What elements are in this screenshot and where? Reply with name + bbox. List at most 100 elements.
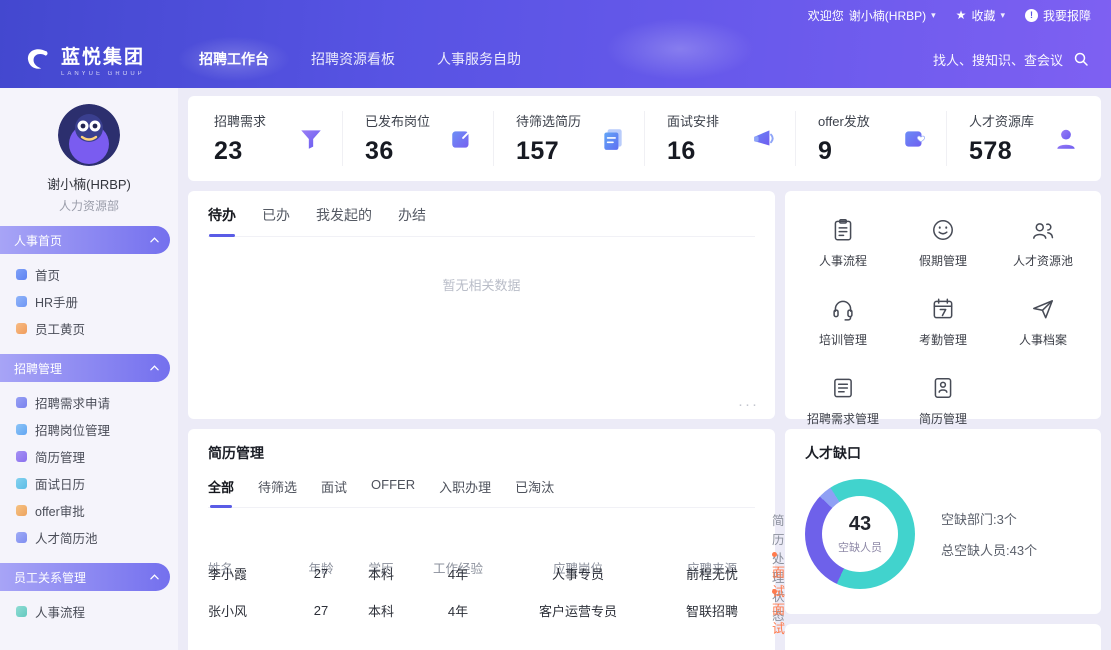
quick-link-attendance-mgmt[interactable]: 考勤管理 <box>919 296 967 348</box>
todo-tabs: 待办 已办 我发起的 办结 <box>208 205 755 237</box>
stat-recruit-demand[interactable]: 招聘需求23 <box>192 111 343 166</box>
home-icon <box>16 269 27 280</box>
resume-table: 姓名 年龄 学历 工作经验 应聘岗位 应聘来源 简历处理状态 李小霞 27 本科… <box>208 510 755 621</box>
resume-tab-screening[interactable]: 待筛选 <box>258 477 297 496</box>
publish-icon <box>449 126 475 152</box>
chevron-down-icon: ▾ <box>1000 10 1005 21</box>
sidebar-section-recruit-mgmt[interactable]: 招聘管理 <box>0 354 170 382</box>
star-icon: ★ <box>956 8 967 22</box>
funnel-icon <box>298 126 324 152</box>
resume-tab-interview[interactable]: 面试 <box>321 477 347 496</box>
job-icon <box>16 424 27 435</box>
offer-icon <box>16 505 27 516</box>
sidebar-item-offer-approval[interactable]: offer审批 <box>0 497 178 524</box>
todo-tab-pending[interactable]: 待办 <box>208 205 236 225</box>
brand-subtitle: LANYUE GROUP <box>61 71 145 77</box>
brand-logo[interactable]: 蓝悦集团 LANYUE GROUP <box>22 42 145 77</box>
stat-talent-library[interactable]: 人才资源库578 <box>947 111 1097 166</box>
sidebar-section-employee-relations[interactable]: 员工关系管理 <box>0 563 170 591</box>
talent-gap-body: 43 空缺人员 空缺部门:3个 总空缺人员:43个 <box>805 479 1081 589</box>
nav-tab-hr-selfservice[interactable]: 人事服务自助 <box>435 43 523 75</box>
sidebar-section-hr-home[interactable]: 人事首页 <box>0 226 170 254</box>
status-badge: 面试 <box>772 584 785 637</box>
partial-card <box>785 624 1101 650</box>
primary-nav-tabs: 招聘工作台 招聘资源看板 人事服务自助 <box>197 43 523 75</box>
resume-tab-eliminated[interactable]: 已淘汰 <box>515 477 554 496</box>
stat-pending-resumes[interactable]: 待筛选简历157 <box>494 111 645 166</box>
sidebar-item-talent-pool[interactable]: 人才简历池 <box>0 524 178 551</box>
quick-link-resume-mgmt[interactable]: 简历管理 <box>919 375 967 427</box>
nav-bar: 蓝悦集团 LANYUE GROUP 招聘工作台 招聘资源看板 人事服务自助 找人… <box>0 30 1111 88</box>
sidebar-item-hr-process[interactable]: 人事流程 <box>0 598 178 625</box>
sidebar-item-hr-handbook[interactable]: HR手册 <box>0 288 178 315</box>
sidebar-item-interview-calendar[interactable]: 面试日历 <box>0 470 178 497</box>
quick-link-talent-pool[interactable]: 人才资源池 <box>1013 217 1073 269</box>
quick-link-recruit-demand-mgmt[interactable]: 招聘需求管理 <box>807 375 879 427</box>
megaphone-icon <box>751 126 777 152</box>
user-menu[interactable]: 欢迎您 谢小楠(HRBP) ▾ <box>808 7 936 24</box>
resume-tab-all[interactable]: 全部 <box>208 477 234 496</box>
smiley-icon <box>930 217 956 243</box>
top-strip: 欢迎您 谢小楠(HRBP) ▾ ★ 收藏 ▾ ! 我要报障 <box>0 0 1111 30</box>
quick-links-card: 人事流程 假期管理 人才资源池 <box>785 191 1101 419</box>
request-doc-icon <box>16 397 27 408</box>
documents-icon <box>600 126 626 152</box>
stat-interview-schedule[interactable]: 面试安排16 <box>645 111 796 166</box>
sidebar-item-employee-directory[interactable]: 员工黄页 <box>0 315 178 342</box>
quick-link-hr-process[interactable]: 人事流程 <box>819 217 867 269</box>
todo-tab-done[interactable]: 已办 <box>262 205 290 225</box>
resume-card-title: 简历管理 <box>208 443 755 463</box>
favorite-label: 收藏 <box>971 7 995 24</box>
table-row[interactable]: 李小霞 27 本科 4年 人事专员 前程无忧 面试 <box>208 547 755 584</box>
process-icon <box>16 606 27 617</box>
card-heart-icon <box>902 126 928 152</box>
calendar-7-icon <box>930 296 956 322</box>
more-button[interactable]: ··· <box>738 396 759 413</box>
chevron-up-icon <box>150 574 159 580</box>
sidebar-item-job-mgmt[interactable]: 招聘岗位管理 <box>0 416 178 443</box>
todo-tab-closed[interactable]: 办结 <box>398 205 426 225</box>
quick-link-leave-mgmt[interactable]: 假期管理 <box>919 217 967 269</box>
main-content: 招聘需求23 已发布岗位36 待筛选简历157 面试安排1 <box>178 88 1111 650</box>
exclamation-icon: ! <box>1025 9 1038 22</box>
table-header-row: 姓名 年龄 学历 工作经验 应聘岗位 应聘来源 简历处理状态 <box>208 510 755 547</box>
talent-gap-legend: 空缺部门:3个 总空缺人员:43个 <box>941 509 1037 559</box>
legend-item: 总空缺人员:43个 <box>941 540 1037 559</box>
global-search[interactable]: 找人、搜知识、查会议 <box>933 50 1089 69</box>
sidebar: 谢小楠(HRBP) 人力资源部 人事首页 首页 HR手册 员工黄页 招聘管理 招… <box>0 88 178 650</box>
donut-center-label: 空缺人员 <box>838 539 882 555</box>
status-dot-icon <box>772 552 777 557</box>
nav-tab-recruit-workbench[interactable]: 招聘工作台 <box>197 43 271 75</box>
headset-icon <box>830 296 856 322</box>
resume-tabs: 全部 待筛选 面试 OFFER 入职办理 已淘汰 <box>208 477 755 508</box>
talent-pool-icon <box>16 532 27 543</box>
sidebar-item-resume-mgmt[interactable]: 简历管理 <box>0 443 178 470</box>
resume-tab-offer[interactable]: OFFER <box>371 477 415 496</box>
chevron-up-icon <box>150 365 159 371</box>
stat-offers-sent[interactable]: offer发放9 <box>796 111 947 166</box>
avatar-cartoon-image <box>58 104 120 166</box>
table-row[interactable]: 张小风 27 本科 4年 客户运营专员 智联招聘 面试 <box>208 584 755 621</box>
todo-tab-initiated[interactable]: 我发起的 <box>316 205 372 225</box>
nav-tab-recruit-dashboard[interactable]: 招聘资源看板 <box>309 43 397 75</box>
board-icon <box>830 375 856 401</box>
person-icon <box>1053 126 1079 152</box>
book-icon <box>16 296 27 307</box>
avatar[interactable] <box>58 104 120 166</box>
brand-text: 蓝悦集团 LANYUE GROUP <box>61 42 145 77</box>
report-issue-button[interactable]: ! 我要报障 <box>1025 7 1091 24</box>
resume-icon <box>16 451 27 462</box>
directory-icon <box>16 323 27 334</box>
resume-card: 简历管理 全部 待筛选 面试 OFFER 入职办理 已淘汰 姓名 年龄 学历 工… <box>188 429 775 650</box>
sidebar-item-home[interactable]: 首页 <box>0 261 178 288</box>
quick-link-training-mgmt[interactable]: 培训管理 <box>819 296 867 348</box>
sidebar-item-recruit-request[interactable]: 招聘需求申请 <box>0 389 178 416</box>
donut-center-value: 43 <box>849 513 871 536</box>
report-label: 我要报障 <box>1043 7 1091 24</box>
resume-tab-onboarding[interactable]: 入职办理 <box>439 477 491 496</box>
empty-state-text: 暂无相关数据 <box>208 275 755 294</box>
favorite-menu[interactable]: ★ 收藏 ▾ <box>956 7 1005 24</box>
status-dot-icon <box>772 589 777 594</box>
quick-link-hr-files[interactable]: 人事档案 <box>1019 296 1067 348</box>
stat-published-jobs[interactable]: 已发布岗位36 <box>343 111 494 166</box>
